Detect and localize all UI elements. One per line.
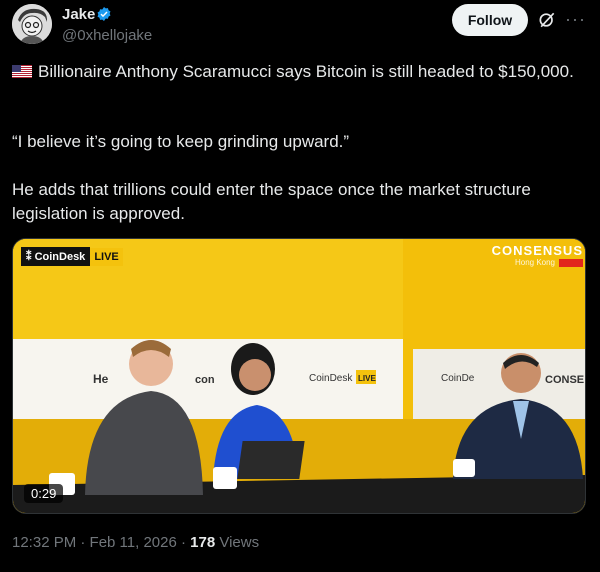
coindesk-live-badge: ⁑ CoinDesk LIVE: [21, 247, 123, 266]
coindesk-label: CoinDesk: [34, 251, 86, 263]
tweet-paragraph-1: Billionaire Anthony Scaramucci says Bitc…: [12, 60, 574, 84]
coindesk-glyph-icon: ⁑: [26, 251, 32, 263]
svg-text:LIVE: LIVE: [358, 374, 376, 383]
svg-text:con: con: [195, 374, 215, 386]
svg-text:CoinDesk: CoinDesk: [309, 373, 353, 384]
author-handle[interactable]: @0xhellojake: [62, 27, 152, 44]
tweet-line-3: He adds that trillions could enter the s…: [12, 180, 531, 223]
timestamp[interactable]: 12:32 PM · Feb 11, 2026 ·: [12, 534, 190, 551]
us-flag-icon: [12, 65, 32, 78]
svg-text:CONSE: CONSE: [545, 374, 584, 386]
tweet-line-1: Billionaire Anthony Scaramucci says Bitc…: [38, 62, 574, 81]
views-count: 178: [190, 534, 216, 551]
live-label: LIVE: [90, 247, 123, 266]
consensus-label: CONSENSUS: [491, 243, 583, 258]
grok-icon[interactable]: [537, 10, 557, 30]
svg-text:CoinDe: CoinDe: [441, 373, 475, 384]
video-frame: CoinDesk LIVE CoinDe CONSE He con: [13, 239, 585, 513]
tweet-line-2: “I believe it’s going to keep grinding u…: [12, 132, 350, 151]
avatar[interactable]: [12, 4, 52, 44]
video-player[interactable]: CoinDesk LIVE CoinDe CONSE He con ⁑ Coin…: [12, 238, 586, 514]
author-name[interactable]: Jake: [62, 6, 95, 23]
more-options-icon[interactable]: ···: [565, 9, 586, 30]
coindesk-logo: ⁑ CoinDesk: [21, 247, 91, 266]
svg-text:He: He: [93, 372, 109, 386]
consensus-sub-label: Hong Kong: [514, 258, 555, 267]
views-label: Views: [215, 534, 260, 551]
tweet-meta: 12:32 PM · Feb 11, 2026 · 178 Views: [12, 534, 259, 551]
follow-button[interactable]: Follow: [452, 4, 528, 36]
verified-badge-icon: [97, 7, 111, 21]
video-duration: 0:29: [24, 484, 64, 503]
consensus-mark-icon: [559, 258, 583, 267]
consensus-sub: Hong Kong: [492, 258, 583, 267]
consensus-logo: CONSENSUS Hong Kong: [492, 243, 583, 267]
tweet-header: Jake @0xhellojake Follow ···: [0, 0, 600, 56]
